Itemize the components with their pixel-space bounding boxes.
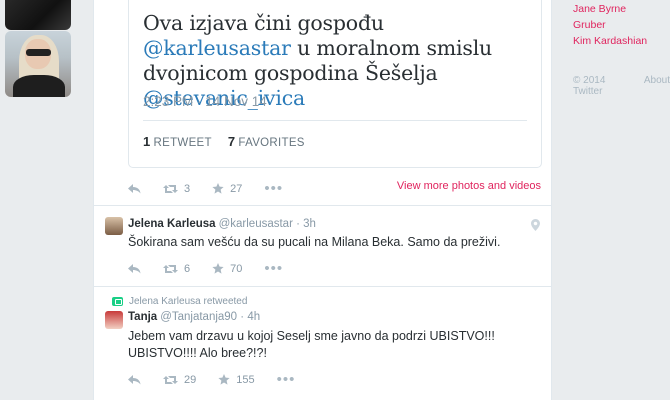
tweet-item[interactable]: Jelena Karleusa retweeted Tanja @Tanjatan… — [94, 286, 551, 400]
display-name[interactable]: Tanja — [128, 311, 157, 323]
avatar[interactable] — [105, 311, 123, 329]
tweet-text-segment: Ova izjava čini gospođu — [143, 11, 384, 35]
photo-thumbnail[interactable] — [5, 0, 71, 30]
right-sidebar: Jane Byrne Gruber Kim Kardashian © 2014 … — [560, 0, 670, 400]
photo-thumbnail[interactable] — [5, 31, 71, 97]
location-pin-icon[interactable] — [531, 219, 540, 231]
retweet-button[interactable]: 6 — [163, 263, 190, 275]
tweet-actions: 6 70 ••• — [128, 260, 305, 277]
tweet-time[interactable]: · 4h — [240, 311, 260, 323]
trend-link[interactable]: Gruber — [573, 19, 606, 31]
favorite-button[interactable]: 70 — [212, 263, 242, 275]
reply-button[interactable] — [128, 263, 141, 274]
retweet-count: 3 — [184, 182, 191, 195]
retweet-icon — [163, 184, 178, 193]
favorite-star-icon — [212, 263, 224, 274]
copyright: © 2014 Twitter — [573, 75, 606, 97]
footer: © 2014 Twitter About — [573, 75, 670, 97]
reply-icon — [128, 263, 141, 273]
trend-link[interactable]: Jane Byrne — [573, 3, 626, 15]
tweet-header: Tanja @Tanjatanja90 · 4h — [128, 311, 260, 323]
retweet-count: 29 — [184, 373, 197, 386]
favorite-button[interactable]: 27 — [212, 183, 242, 195]
favorite-count: 70 — [230, 262, 243, 275]
reply-button[interactable] — [128, 374, 141, 385]
more-options-icon[interactable]: ••• — [277, 371, 296, 388]
favorites-label: FAVORITES — [238, 137, 305, 149]
tweet-timestamp[interactable]: 2:23 PM · 14 Nov 14 — [143, 94, 267, 109]
tweet-actions: 29 155 ••• — [128, 371, 317, 388]
more-options-icon[interactable]: ••• — [264, 180, 283, 197]
mention-link[interactable]: @karleusastar — [143, 36, 291, 60]
tweet-text: Šokirana sam vešću da su pucali na Milan… — [128, 235, 501, 249]
favorites-count: 7 — [227, 134, 236, 149]
reply-icon — [128, 183, 141, 193]
display-name[interactable]: Jelena Karleusa — [128, 218, 216, 230]
timeline: Ova izjava čini gospođu @karleusastar u … — [93, 0, 552, 400]
tweet-time[interactable]: · 3h — [296, 218, 316, 230]
retweet-button[interactable]: 3 — [163, 183, 190, 195]
retweet-context-icon — [112, 297, 123, 306]
avatar[interactable] — [105, 217, 123, 235]
expanded-tweet-card[interactable]: Ova izjava čini gospođu @karleusastar u … — [128, 0, 542, 168]
more-options-icon[interactable]: ••• — [264, 260, 283, 277]
retweeted-by-text[interactable]: Jelena Karleusa retweeted — [129, 296, 247, 307]
retweet-icon — [163, 375, 178, 384]
favorites-stat[interactable]: 7 FAVORITES — [228, 134, 305, 149]
favorite-star-icon — [218, 374, 230, 385]
tweet-header: Jelena Karleusa @karleusastar · 3h — [128, 218, 316, 230]
view-more-media-link[interactable]: View more photos and videos — [397, 180, 541, 192]
retweet-button[interactable]: 29 — [163, 374, 196, 386]
reply-icon — [128, 374, 141, 384]
left-sidebar — [0, 0, 85, 400]
retweets-stat[interactable]: 1 RETWEET — [143, 134, 212, 149]
retweeted-by-context: Jelena Karleusa retweeted — [112, 296, 247, 307]
reply-button[interactable] — [128, 183, 141, 194]
about-link[interactable]: About — [644, 75, 670, 97]
favorite-button[interactable]: 155 — [218, 373, 255, 386]
retweet-count: 6 — [184, 262, 191, 275]
retweets-count: 1 — [143, 134, 151, 149]
tweet-stats: 1 RETWEET 7 FAVORITES — [143, 134, 305, 149]
divider — [143, 120, 527, 121]
tweet-text: Jebem vam drzavu u kojoj Seselj sme javn… — [128, 329, 495, 360]
username[interactable]: @Tanjatanja90 — [160, 311, 237, 323]
trend-link[interactable]: Kim Kardashian — [573, 35, 647, 47]
favorite-star-icon — [212, 183, 224, 194]
favorite-count: 27 — [230, 182, 243, 195]
retweets-label: RETWEET — [153, 137, 212, 149]
tweet-item[interactable]: Jelena Karleusa @karleusastar · 3h Šokira… — [94, 205, 551, 285]
tweet-actions: 3 27 ••• — [128, 180, 305, 197]
retweet-icon — [163, 264, 178, 273]
username[interactable]: @karleusastar — [219, 218, 293, 230]
favorite-count: 155 — [236, 373, 255, 386]
